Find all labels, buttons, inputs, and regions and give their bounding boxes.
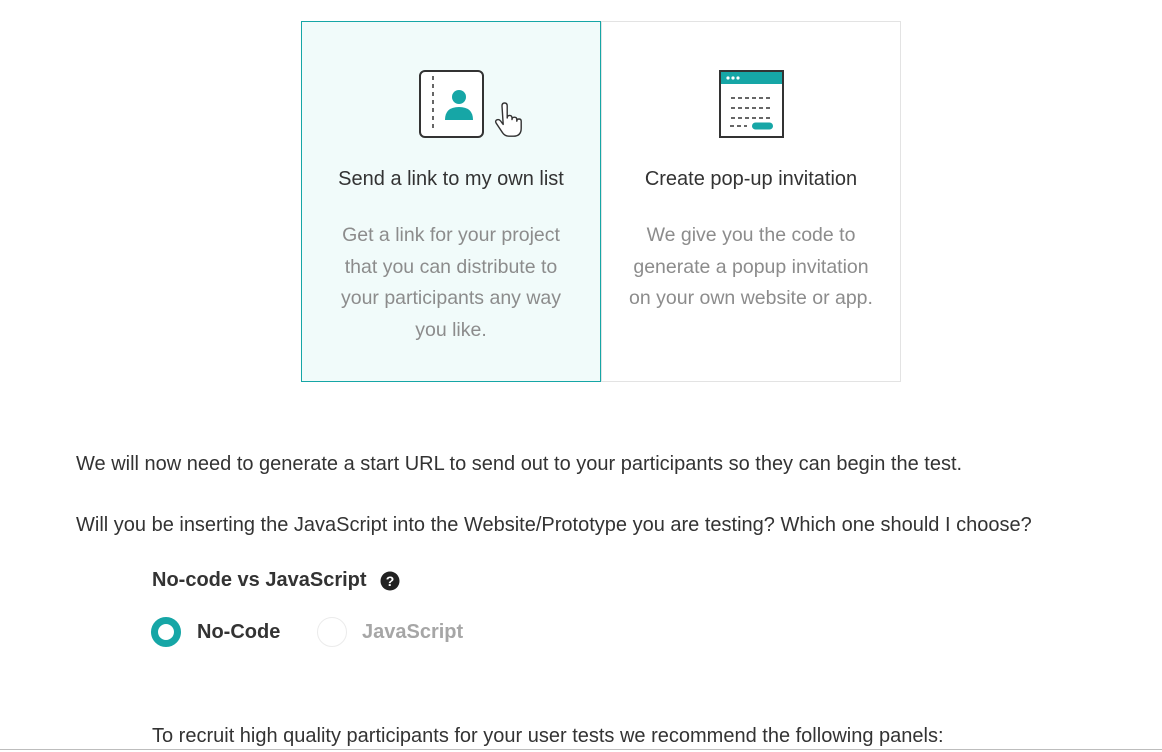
contact-book-icon bbox=[302, 70, 600, 140]
option-card-popup[interactable]: Create pop-up invitation We give you the… bbox=[601, 21, 901, 382]
option-title: Send a link to my own list bbox=[338, 168, 564, 190]
intro-text: We will now need to generate a start URL… bbox=[76, 453, 963, 475]
javascript-radio[interactable] bbox=[317, 617, 347, 647]
distribution-options: Send a link to my own list Get a link fo… bbox=[301, 21, 901, 382]
recruit-text: To recruit high quality participants for… bbox=[152, 725, 944, 747]
page: Send a link to my own list Get a link fo… bbox=[0, 0, 1162, 752]
divider bbox=[0, 749, 1162, 750]
mode-title: No-code vs JavaScript bbox=[152, 569, 367, 591]
option-title: Create pop-up invitation bbox=[644, 168, 858, 190]
question-circle-icon[interactable]: ? bbox=[380, 571, 400, 591]
popup-window-icon bbox=[602, 70, 900, 140]
no-code-radio[interactable] bbox=[151, 617, 181, 647]
option-description: Get a link for your project that you can… bbox=[340, 224, 562, 341]
no-code-label[interactable]: No-Code bbox=[197, 621, 280, 644]
option-description: We give you the code to generate a popup… bbox=[629, 224, 873, 309]
svg-text:?: ? bbox=[386, 573, 395, 589]
option-card-send-link[interactable]: Send a link to my own list Get a link fo… bbox=[301, 21, 601, 382]
javascript-label[interactable]: JavaScript bbox=[362, 621, 463, 644]
question-text: Will you be inserting the JavaScript int… bbox=[76, 514, 1032, 536]
